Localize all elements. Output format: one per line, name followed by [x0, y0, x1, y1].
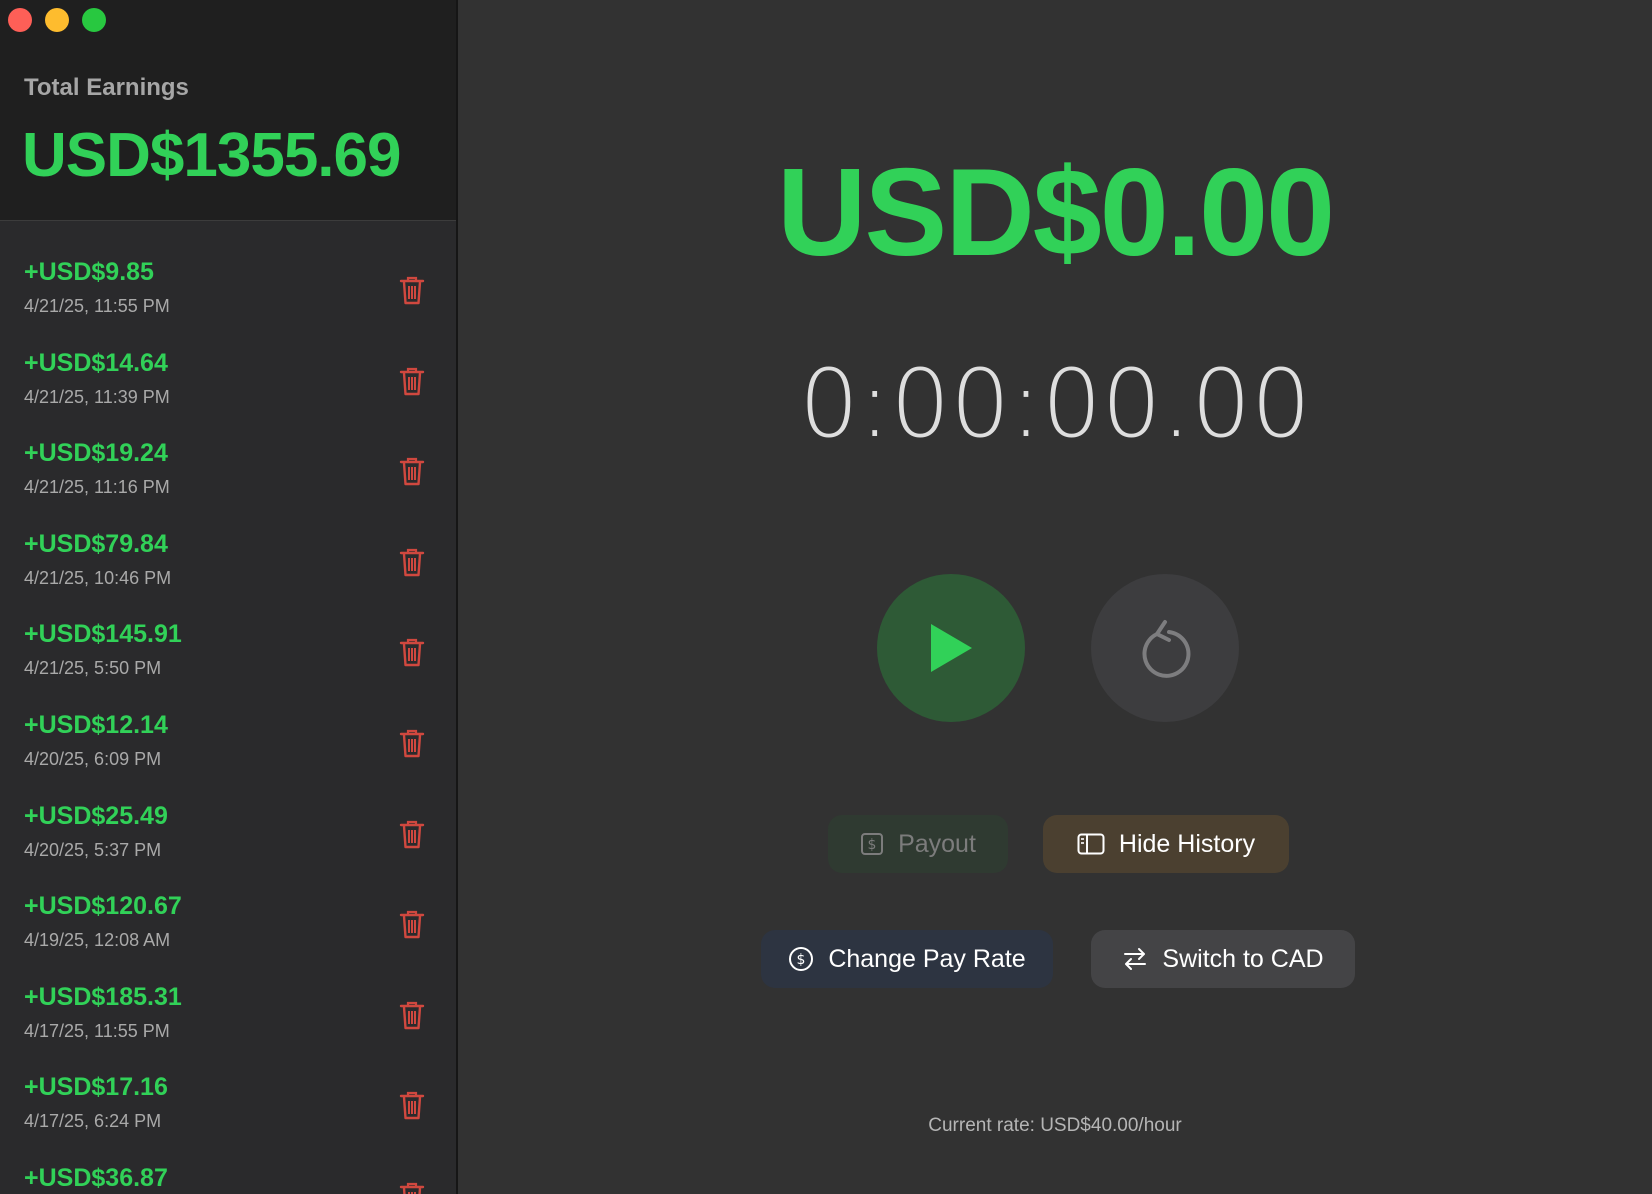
history-item: +USD$17.16 4/17/25, 6:24 PM [0, 1035, 456, 1131]
svg-text:$: $ [868, 837, 877, 853]
history-item: +USD$19.24 4/21/25, 11:16 PM [0, 401, 456, 497]
reset-button[interactable] [1091, 574, 1239, 722]
history-amount: +USD$19.24 [24, 439, 168, 468]
delete-entry-button[interactable] [398, 727, 426, 759]
delete-entry-button[interactable] [398, 636, 426, 668]
history-amount: +USD$36.87 [24, 1163, 168, 1192]
change-pay-rate-button[interactable]: $ Change Pay Rate [761, 930, 1053, 988]
change-pay-rate-label: Change Pay Rate [828, 944, 1026, 973]
payout-button[interactable]: $ Payout [828, 815, 1008, 873]
switch-currency-button[interactable]: Switch to CAD [1091, 930, 1355, 988]
history-amount: +USD$9.85 [24, 258, 154, 286]
dollar-circle-icon: $ [789, 947, 814, 971]
delete-entry-button[interactable] [398, 546, 426, 578]
trash-icon [398, 548, 426, 582]
trash-icon [398, 729, 426, 763]
history-item: +USD$12.14 4/20/25, 6:09 PM [0, 673, 456, 769]
play-icon [931, 624, 972, 672]
payout-label: Payout [898, 829, 976, 858]
trash-icon [398, 911, 426, 944]
hide-history-button[interactable]: Hide History [1043, 815, 1289, 873]
trash-icon [398, 1001, 426, 1035]
zoom-window-button[interactable] [82, 8, 106, 32]
delete-entry-button[interactable] [398, 999, 426, 1031]
swap-arrows-icon [1124, 948, 1147, 970]
history-item: +USD$25.49 4/20/25, 5:37 PM [0, 764, 456, 860]
history-amount: +USD$145.91 [24, 620, 182, 649]
trash-icon [398, 276, 426, 310]
hide-history-label: Hide History [1118, 829, 1256, 858]
history-item: +USD$185.31 4/17/25, 11:55 PM [0, 945, 456, 1041]
trash-icon [398, 820, 426, 854]
history-amount: +USD$79.84 [24, 529, 168, 558]
history-amount: +USD$120.67 [24, 892, 182, 921]
delete-entry-button[interactable] [398, 1089, 426, 1121]
sidebar-icon [1077, 833, 1105, 855]
total-earnings-label: Total Earnings [24, 74, 189, 101]
app-window: Total Earnings USD$1355.69 +USD$9.85 4/21… [0, 0, 1652, 1194]
history-item: +USD$120.67 4/19/25, 12:08 AM [0, 854, 456, 950]
trash-icon [398, 639, 426, 672]
current-rate-text: Current rate: USD$40.00/hour [928, 1115, 1182, 1136]
current-earnings: USD$0.00 [776, 144, 1335, 282]
history-item: +USD$14.64 4/21/25, 11:39 PM [0, 311, 456, 407]
delete-entry-button[interactable] [398, 908, 426, 940]
close-window-button[interactable] [8, 8, 32, 32]
history-list: +USD$9.85 4/21/25, 11:55 PM +USD$14.64 4/21… [0, 220, 456, 1194]
delete-entry-button[interactable] [398, 455, 426, 487]
history-item: +USD$9.85 4/21/25, 11:55 PM [0, 220, 456, 316]
trash-icon [398, 458, 426, 491]
trash-icon [398, 367, 426, 401]
svg-text:$: $ [797, 952, 806, 968]
reset-icon [1142, 620, 1191, 678]
total-earnings-header: Total Earnings USD$1355.69 [0, 0, 456, 221]
total-earnings-value: USD$1355.69 [22, 121, 401, 190]
switch-currency-label: Switch to CAD [1162, 944, 1324, 973]
minimize-window-button[interactable] [45, 8, 69, 32]
delete-entry-button[interactable] [398, 274, 426, 306]
history-amount: +USD$14.64 [24, 348, 168, 377]
start-button[interactable] [877, 574, 1025, 722]
history-amount: +USD$185.31 [24, 982, 182, 1011]
trash-icon [398, 1092, 426, 1125]
history-item: +USD$145.91 4/21/25, 5:50 PM [0, 582, 456, 678]
history-sidebar: Total Earnings USD$1355.69 +USD$9.85 4/21… [0, 0, 458, 1194]
main-panel: USD$0.00 0:00:00.00 $ Payout Hide Histor… [458, 0, 1652, 1194]
delete-entry-button[interactable] [398, 1180, 426, 1194]
history-amount: +USD$25.49 [24, 801, 168, 830]
history-amount: +USD$12.14 [24, 710, 168, 739]
delete-entry-button[interactable] [398, 365, 426, 397]
history-item: +USD$79.84 4/21/25, 10:46 PM [0, 492, 456, 588]
delete-entry-button[interactable] [398, 818, 426, 850]
session-timer: 0:00:00.00 [799, 350, 1311, 459]
history-amount: +USD$17.16 [24, 1073, 168, 1102]
history-item: +USD$36.87 [0, 1126, 456, 1194]
dollar-doc-icon: $ [861, 833, 884, 855]
